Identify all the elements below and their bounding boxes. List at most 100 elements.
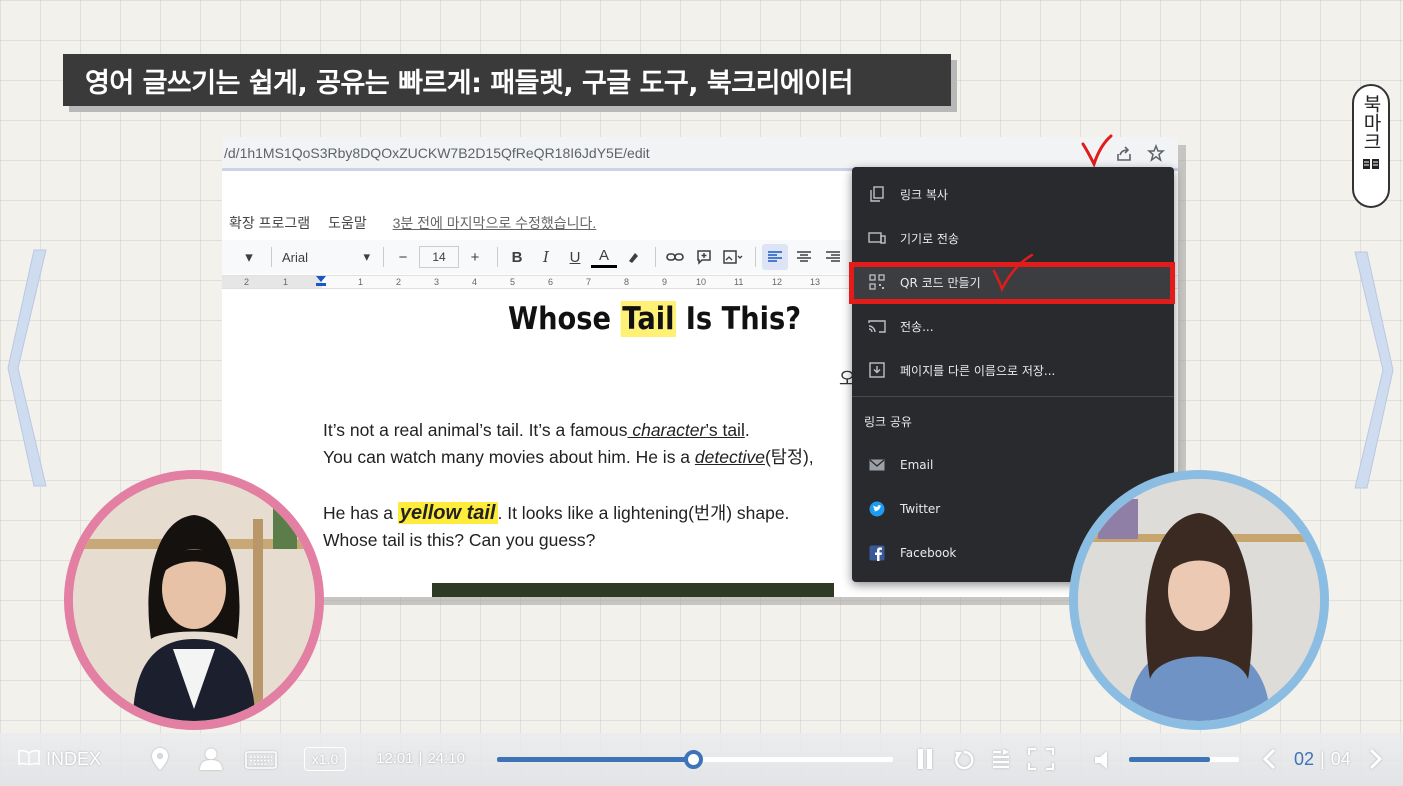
- email-icon: [868, 456, 886, 474]
- p1-text-3: (탐정),: [764, 447, 814, 467]
- prev-page-icon[interactable]: [1262, 748, 1276, 770]
- ruler-mark: 7: [586, 277, 592, 287]
- ruler-mark: 1: [283, 277, 289, 287]
- copy-icon: [868, 185, 886, 203]
- share-icon[interactable]: [1115, 145, 1133, 167]
- pause-icon[interactable]: [917, 748, 933, 770]
- bookmark-label: 북마크: [1360, 94, 1382, 151]
- menu-copy-link[interactable]: 링크 복사: [852, 174, 1174, 214]
- insert-image-icon[interactable]: [720, 244, 746, 270]
- book-open-icon: [18, 749, 40, 770]
- p1-character: character: [627, 420, 706, 440]
- ruler-mark: 5: [510, 277, 516, 287]
- location-pin-icon[interactable]: [150, 747, 170, 771]
- share-section-label: 링크 공유: [864, 415, 912, 429]
- bold-button[interactable]: B: [504, 244, 530, 270]
- align-center-icon[interactable]: [791, 244, 817, 270]
- twitter-icon: [868, 500, 886, 518]
- ruler-indent-marker-icon[interactable]: [316, 276, 326, 288]
- menu-share-email-label: Email: [900, 458, 934, 472]
- progress-fill: [497, 757, 694, 762]
- address-bar[interactable]: /d/1h1MS1QoS3Rby8DQOxZUCKW7B2D15QfReQR18…: [222, 137, 1178, 171]
- align-left-icon[interactable]: [762, 244, 788, 270]
- font-select[interactable]: Arial ▾: [278, 244, 374, 270]
- doc-heading: Whose Tail Is This?: [508, 301, 801, 337]
- ruler-mark: 12: [772, 277, 783, 287]
- page-current: 02: [1294, 749, 1315, 769]
- menu-share-twitter-label: Twitter: [900, 502, 941, 516]
- volume-slider[interactable]: [1129, 757, 1239, 762]
- highlight-pen-icon[interactable]: [620, 244, 646, 270]
- qr-red-check-mark: [992, 253, 1034, 297]
- ruler-mark: 11: [734, 277, 744, 287]
- progress-slider[interactable]: [497, 750, 893, 769]
- p2-yellow-tail: yellow tail: [397, 502, 498, 524]
- menu-share-email[interactable]: Email: [852, 445, 1174, 485]
- bookmark-tab[interactable]: 북마크: [1352, 84, 1390, 208]
- replay-icon[interactable]: [953, 749, 975, 771]
- playlist-icon[interactable]: [992, 748, 1010, 770]
- ruler-mark: 10: [696, 277, 707, 287]
- volume-icon[interactable]: [1094, 750, 1112, 770]
- underline-button[interactable]: U: [562, 244, 588, 270]
- font-size-input[interactable]: 14: [419, 246, 459, 268]
- page-indicator: 02 | 04: [1294, 749, 1351, 769]
- cast-icon: [868, 317, 886, 335]
- p2-question: Whose tail is this? Can you guess?: [323, 530, 596, 550]
- p1-text-2: You can watch many movies about him. He …: [323, 447, 695, 467]
- menu-cast-label: 전송...: [900, 319, 934, 334]
- p2-text-2: . It looks like a lightening(번개) shape.: [497, 503, 790, 523]
- comment-icon[interactable]: [691, 244, 717, 270]
- doc-image: [432, 583, 834, 597]
- progress-thumb[interactable]: [684, 750, 703, 769]
- menu-extensions[interactable]: 확장 프로그램: [229, 215, 310, 231]
- ruler-mark: 13: [810, 277, 821, 287]
- ruler-mark: 4: [472, 277, 478, 287]
- prev-slide-arrow[interactable]: [4, 248, 50, 488]
- doc-paragraph-2: He has a yellow tail. It looks like a li…: [323, 500, 789, 554]
- next-page-icon[interactable]: [1369, 748, 1383, 770]
- next-slide-arrow[interactable]: [1351, 250, 1397, 490]
- font-name: Arial: [282, 249, 309, 265]
- menu-save-page-as[interactable]: 페이지를 다른 이름으로 저장...: [852, 350, 1174, 390]
- heading-part: Is This?: [676, 301, 802, 337]
- p1-period: .: [744, 420, 750, 440]
- keyboard-icon[interactable]: [245, 751, 277, 769]
- doc-paragraph-1: It’s not a real animal’s tail. It’s a fa…: [323, 417, 814, 471]
- decrease-size-button[interactable]: −: [390, 244, 416, 270]
- star-icon[interactable]: [1147, 143, 1165, 166]
- total-time: 24:10: [427, 750, 465, 767]
- person-icon[interactable]: [199, 748, 223, 770]
- host-portrait-left: [64, 470, 324, 730]
- menu-send-to-device[interactable]: 기기로 전송: [852, 218, 1174, 258]
- menu-send-to-device-label: 기기로 전송: [900, 231, 960, 246]
- ruler-mark: 9: [662, 277, 668, 287]
- increase-size-button[interactable]: +: [462, 244, 488, 270]
- menu-help[interactable]: 도움말: [328, 215, 367, 231]
- align-right-icon[interactable]: [820, 244, 846, 270]
- playback-speed-button[interactable]: x1.0: [304, 747, 346, 771]
- menu-copy-link-label: 링크 복사: [900, 187, 948, 202]
- heading-part: Whose: [508, 301, 621, 337]
- facebook-icon: [868, 544, 886, 562]
- ruler-mark: 1: [358, 277, 364, 287]
- fullscreen-icon[interactable]: [1028, 748, 1054, 770]
- link-icon[interactable]: [662, 244, 688, 270]
- italic-button[interactable]: I: [533, 244, 559, 270]
- text-color-button[interactable]: A: [591, 246, 617, 268]
- styles-dropdown-icon[interactable]: ▾: [236, 244, 262, 270]
- p1-tail: ’s tail: [705, 420, 745, 440]
- index-button[interactable]: INDEX: [18, 749, 101, 770]
- video-player-bar: INDEX x1.0 12:01 | 24:10 02 | 04: [0, 733, 1403, 786]
- menu-save-page-as-label: 페이지를 다른 이름으로 저장...: [900, 363, 1056, 378]
- url-text[interactable]: /d/1h1MS1QoS3Rby8DQOxZUCKW7B2D15QfReQR18…: [224, 145, 650, 161]
- ruler-mark: 2: [396, 277, 402, 287]
- time-display: 12:01 | 24:10: [376, 750, 465, 767]
- host-portrait-right: [1069, 470, 1329, 730]
- menu-cast[interactable]: 전송...: [852, 306, 1174, 346]
- last-edit-link[interactable]: 3분 전에 마지막으로 수정했습니다.: [393, 215, 597, 231]
- menu-divider: [852, 396, 1174, 397]
- book-icon: [1362, 155, 1380, 174]
- ruler-mark: 2: [244, 277, 250, 287]
- docs-menu-row: 확장 프로그램 도움말 3분 전에 마지막으로 수정했습니다.: [229, 213, 610, 233]
